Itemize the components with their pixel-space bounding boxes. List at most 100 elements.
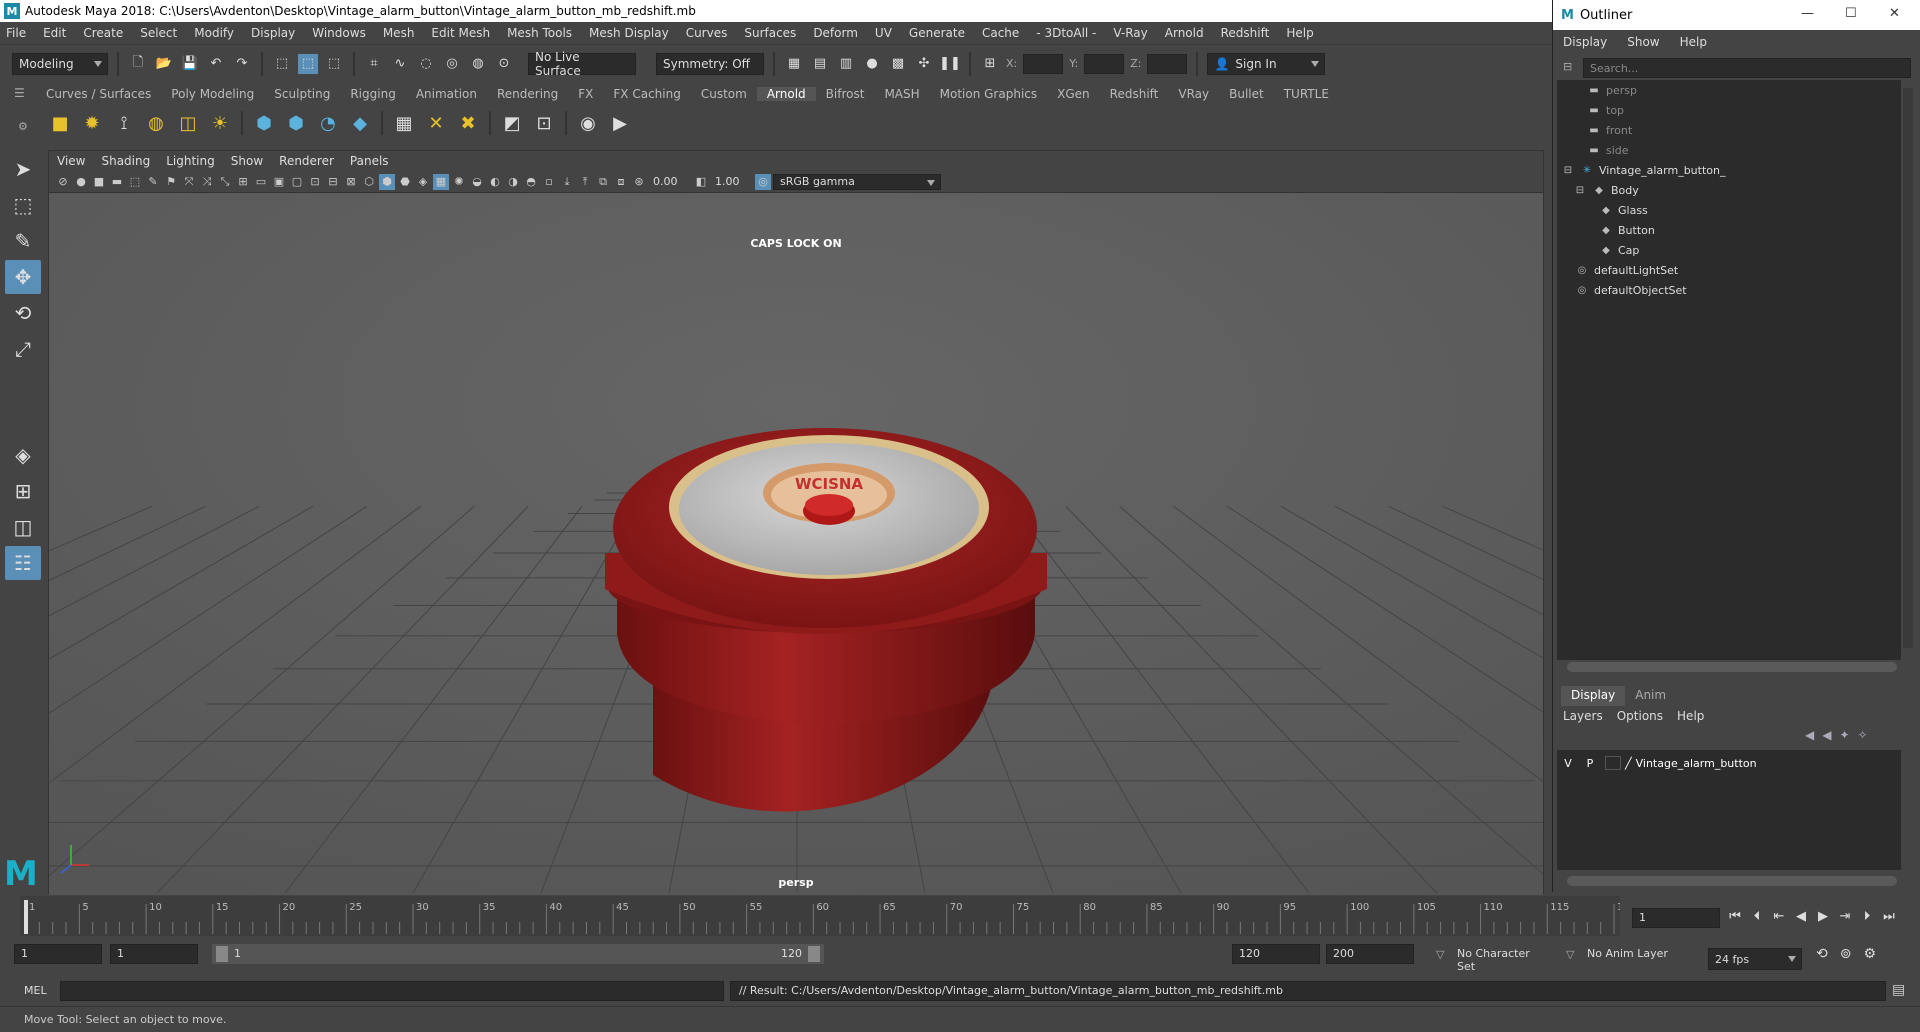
symmetry-dropdown[interactable]: Symmetry: Off xyxy=(656,52,764,75)
cam-track-icon[interactable]: ⤨ xyxy=(199,174,215,190)
motion-blur-icon[interactable]: ◐ xyxy=(487,174,503,190)
scale-tool-icon[interactable]: ⤢ xyxy=(5,332,41,366)
outliner-item-glass[interactable]: ◆ Glass xyxy=(1599,200,1648,220)
outliner-menu-help[interactable]: Help xyxy=(1680,35,1707,49)
snap-grid-icon[interactable]: ⌗ xyxy=(364,54,384,74)
gate-mask-icon[interactable]: ▢ xyxy=(289,174,305,190)
redo-icon[interactable]: ↷ xyxy=(232,54,252,74)
lights-icon[interactable]: ✣ xyxy=(914,54,934,74)
loop-icon[interactable]: ⟲ xyxy=(1816,946,1828,962)
new-layer-icon[interactable]: ✦ xyxy=(1839,728,1849,742)
new-scene-icon[interactable]: 🗋 xyxy=(128,54,148,74)
character-set-field[interactable]: No Character Set xyxy=(1454,944,1554,973)
range-start-handle[interactable] xyxy=(216,946,228,962)
safe-action-icon[interactable]: ⊟ xyxy=(325,174,341,190)
render-view-icon[interactable]: ▩ xyxy=(888,54,908,74)
shelf-tab-turtle[interactable]: TURTLE xyxy=(1274,87,1339,101)
snap-view-icon[interactable]: ◎ xyxy=(442,54,462,74)
live-surface-field[interactable]: No Live Surface xyxy=(528,50,636,78)
layer-hscrollbar[interactable] xyxy=(1567,876,1897,886)
menu-windows[interactable]: Windows xyxy=(312,26,366,40)
undo-icon[interactable]: ↶ xyxy=(206,54,226,74)
expand-icon[interactable]: ⊟ xyxy=(1561,164,1575,176)
outliner-item-body[interactable]: ⊟ ◆ Body xyxy=(1576,180,1639,200)
single-view-icon[interactable]: ◈ xyxy=(5,438,41,472)
menu-mesh-tools[interactable]: Mesh Tools xyxy=(507,26,572,40)
field-chart-icon[interactable]: ⊡ xyxy=(307,174,323,190)
exposure-icon[interactable]: ⊛ xyxy=(631,174,647,190)
render-play-icon[interactable]: ▶ xyxy=(606,109,634,137)
curve-collector-icon[interactable]: ◔ xyxy=(314,109,342,137)
outliner-search-input[interactable]: Search... xyxy=(1583,58,1911,78)
select-tool-icon[interactable]: ➤ xyxy=(5,152,41,186)
shelf-tab-curves-surfaces[interactable]: Curves / Surfaces xyxy=(36,87,161,101)
command-input[interactable] xyxy=(60,981,724,1001)
layer-row[interactable]: V P ╱ Vintage_alarm_button xyxy=(1557,754,1901,772)
layer-tab-display[interactable]: Display xyxy=(1561,686,1626,706)
range-start-field[interactable]: 1 xyxy=(14,944,102,964)
outliner-item-persp[interactable]: ▬ persp xyxy=(1587,80,1637,100)
menu-edit[interactable]: Edit xyxy=(43,26,66,40)
outliner-item-button[interactable]: ◆ Button xyxy=(1599,220,1655,240)
go-to-end-icon[interactable]: ⏭ xyxy=(1880,907,1898,925)
layer-menu-layers[interactable]: Layers xyxy=(1563,709,1603,723)
layer-playback-toggle[interactable]: P xyxy=(1579,757,1601,770)
save-scene-icon[interactable]: 💾 xyxy=(180,54,200,74)
outliner-item-side[interactable]: ▬ side xyxy=(1587,140,1628,160)
anim-layer-field[interactable]: No Anim Layer xyxy=(1584,944,1684,964)
shelf-tab-custom[interactable]: Custom xyxy=(691,87,757,101)
volume-icon[interactable]: ◆ xyxy=(346,109,374,137)
play-backwards-icon[interactable]: ◀ xyxy=(1792,907,1810,925)
go-to-start-icon[interactable]: ⏮ xyxy=(1726,907,1744,925)
wireframe-on-shaded-icon[interactable]: ⬣ xyxy=(397,174,413,190)
panel-menu-shading[interactable]: Shading xyxy=(101,154,150,168)
render-settings-icon[interactable]: ▥ xyxy=(836,54,856,74)
snap-curve-icon[interactable]: ∿ xyxy=(390,54,410,74)
textured-icon[interactable]: ◈ xyxy=(415,174,431,190)
gamma-field[interactable]: 1.00 xyxy=(711,173,753,190)
outliner-menu-show[interactable]: Show xyxy=(1627,35,1659,49)
grid-icon[interactable]: ⊞ xyxy=(235,174,251,190)
panel-menu-panels[interactable]: Panels xyxy=(350,154,389,168)
remove-cache-icon[interactable]: ✖ xyxy=(454,109,482,137)
paint-select-icon[interactable]: ✎ xyxy=(5,224,41,258)
shelf-tab-rendering[interactable]: Rendering xyxy=(487,87,568,101)
panel-menu-renderer[interactable]: Renderer xyxy=(279,154,334,168)
outliner-scrollbar[interactable] xyxy=(1903,88,1913,648)
shelf-tab-sculpting[interactable]: Sculpting xyxy=(264,87,340,101)
range-end-handle[interactable] xyxy=(808,946,820,962)
menu-arnold[interactable]: Arnold xyxy=(1165,26,1204,40)
range-end-field[interactable]: 200 xyxy=(1326,944,1414,964)
shelf-tab-vray[interactable]: VRay xyxy=(1168,87,1219,101)
area-light-icon[interactable]: ■ xyxy=(46,109,74,137)
step-back-key-icon[interactable]: ⇤ xyxy=(1770,907,1788,925)
menu-select[interactable]: Select xyxy=(140,26,177,40)
light-portal-icon[interactable]: ◫ xyxy=(174,109,202,137)
fps-dropdown[interactable]: 24 fps xyxy=(1708,948,1802,970)
expand-icon[interactable]: ⊟ xyxy=(1573,184,1587,196)
color-management-icon[interactable]: ◎ xyxy=(755,173,771,190)
hypershade-icon[interactable]: ● xyxy=(862,54,882,74)
anim-prefs-icon[interactable]: ⚙ xyxy=(1863,946,1876,962)
cam-move-icon[interactable]: ⤧ xyxy=(181,174,197,190)
shelf-tab-bullet[interactable]: Bullet xyxy=(1219,87,1274,101)
2d-pan-icon[interactable]: ⬚ xyxy=(127,174,143,190)
shelf-settings-icon[interactable]: ⚙ xyxy=(18,120,28,133)
script-editor-icon[interactable]: ▤ xyxy=(1892,982,1905,998)
grease-pencil-icon[interactable]: ✎ xyxy=(145,174,161,190)
script-language-label[interactable]: MEL xyxy=(24,984,47,997)
color-space-dropdown[interactable]: sRGB gamma xyxy=(773,173,941,190)
bookmarks-icon[interactable]: ⚑ xyxy=(163,174,179,190)
use-all-lights-icon[interactable]: ▦ xyxy=(433,173,449,190)
time-slider[interactable]: 1 5 10 15 20 25 30 35 40 45 50 55 60 65 70 75 80 85 90 95 10… xyxy=(0,896,1920,936)
exposure-field[interactable]: 0.00 xyxy=(649,173,691,190)
pause-icon[interactable]: ❚❚ xyxy=(939,54,961,74)
two-view-icon[interactable]: ◫ xyxy=(5,510,41,544)
menu-help[interactable]: Help xyxy=(1286,26,1313,40)
range-slider[interactable]: 1 120 xyxy=(212,944,824,964)
shelf-tab-fx[interactable]: FX xyxy=(568,87,603,101)
film-gate-icon[interactable]: ▭ xyxy=(253,174,269,190)
move-layer-up-icon[interactable]: ◀ xyxy=(1805,728,1814,742)
auto-key-icon[interactable]: ⊚ xyxy=(1840,946,1852,962)
menu-redshift[interactable]: Redshift xyxy=(1221,26,1270,40)
